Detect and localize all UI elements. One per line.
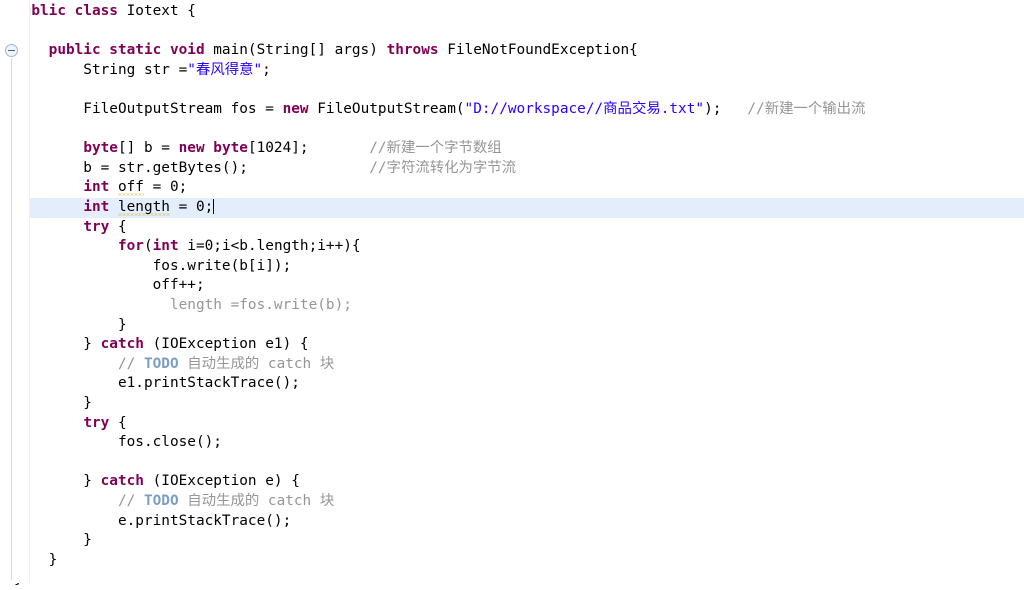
code-token: for <box>117 238 144 255</box>
code-token: { <box>109 414 127 431</box>
code-token: new <box>282 101 309 117</box>
code-token: off <box>117 179 144 196</box>
code-line[interactable]: public static void main(String[] args) t… <box>0 41 1024 61</box>
code-token: TODO <box>143 493 179 509</box>
code-token: b = str.getBytes(); <box>14 159 370 176</box>
code-token: (IOException e) { <box>143 473 300 490</box>
gutter-separator <box>29 0 30 583</box>
code-line[interactable]: FileOutputStream fos = new FileOutputStr… <box>0 100 1024 120</box>
code-token: i=0;i<b.length;i++){ <box>178 238 361 255</box>
code-line[interactable]: b = str.getBytes(); //字符流转化为字节流 <box>0 159 1024 179</box>
code-token: // <box>117 355 144 372</box>
code-line[interactable] <box>0 22 1024 42</box>
code-token: FileNotFoundException{ <box>438 42 638 59</box>
code-line[interactable]: e.printStackTrace(); <box>0 512 1024 532</box>
code-area[interactable]: public class Iotext { public static void… <box>0 0 1024 587</box>
code-token: } <box>14 316 127 333</box>
code-line[interactable]: int off = 0; <box>0 178 1024 198</box>
code-token: int <box>83 179 110 196</box>
code-line[interactable]: } catch (IOException e) { <box>0 472 1024 492</box>
code-line[interactable]: off++; <box>0 276 1024 296</box>
code-token: ; <box>262 61 271 78</box>
code-token: e.printStackTrace(); <box>14 512 292 529</box>
code-line[interactable] <box>0 80 1024 100</box>
code-line[interactable]: String str ="春风得意"; <box>0 61 1024 81</box>
code-line[interactable] <box>0 120 1024 140</box>
code-token: ( <box>143 238 153 255</box>
code-token: (IOException e1) { <box>143 336 309 353</box>
code-token: // <box>117 493 144 509</box>
code-line[interactable]: fos.close(); <box>0 433 1024 453</box>
code-token: //新建一个字节数组 <box>369 140 502 157</box>
code-token: catch <box>100 473 144 490</box>
code-token: TODO <box>143 355 179 372</box>
code-token: 自动生成的 catch 块 <box>178 355 335 372</box>
code-token: = 0; <box>143 179 188 196</box>
code-token: //字符流转化为字节流 <box>369 159 517 176</box>
code-token: { <box>109 218 127 235</box>
code-line[interactable]: } <box>0 531 1024 551</box>
code-token: length =fos.write(b); <box>31 297 352 313</box>
text-caret <box>213 199 215 214</box>
code-line[interactable]: // TODO 自动生成的 catch 块 <box>0 355 1024 375</box>
code-line[interactable]: public class Iotext { <box>0 2 1024 22</box>
code-token: ); <box>704 101 748 117</box>
code-token: fos.close(); <box>14 434 222 451</box>
code-line[interactable]: } catch (IOException e1) { <box>0 335 1024 355</box>
java-source-editor[interactable]: public class Iotext { public static void… <box>0 0 1024 587</box>
code-line[interactable]: e1.printStackTrace(); <box>0 374 1024 394</box>
code-line[interactable]: } <box>0 551 1024 571</box>
code-token: FileOutputStream fos = <box>14 101 283 117</box>
code-token: fos.write(b[i]); <box>14 257 292 274</box>
code-token: FileOutputStream( <box>308 101 465 117</box>
code-line[interactable]: // TODO 自动生成的 catch 块 <box>0 492 1024 512</box>
code-line[interactable]: fos.write(b[i]); <box>0 257 1024 277</box>
code-line[interactable]: // length =fos.write(b); <box>0 296 1024 316</box>
code-token: catch <box>100 336 144 353</box>
fold-guide-line <box>11 58 12 580</box>
code-token: try <box>83 218 110 235</box>
code-token: int <box>83 199 110 215</box>
code-token: e1.printStackTrace(); <box>14 375 300 392</box>
code-line[interactable] <box>0 453 1024 473</box>
code-token: byte <box>83 140 118 157</box>
code-token: length <box>117 199 170 215</box>
code-line[interactable]: } <box>0 316 1024 336</box>
folding-gutter[interactable] <box>0 0 30 583</box>
code-line[interactable]: for(int i=0;i<b.length;i++){ <box>0 237 1024 257</box>
code-token: Iotext { <box>117 3 196 19</box>
code-line[interactable]: int length = 0; <box>0 198 1024 218</box>
code-token: = 0; <box>169 199 214 215</box>
code-token: //新建一个输出流 <box>747 101 866 117</box>
code-token: throws <box>386 42 439 59</box>
code-token: [1024]; <box>247 140 370 157</box>
code-line[interactable]: try { <box>0 414 1024 434</box>
code-token: new byte <box>178 140 248 157</box>
code-token: 自动生成的 catch 块 <box>178 493 335 509</box>
code-line[interactable]: byte[] b = new byte[1024]; //新建一个字节数组 <box>0 139 1024 159</box>
code-token: [] b = <box>117 140 179 157</box>
code-token: off++; <box>14 277 205 294</box>
code-token: main(String[] args) <box>204 42 387 59</box>
code-token: String str = <box>14 61 188 78</box>
code-token: int <box>152 238 179 255</box>
code-token: "春风得意" <box>187 61 263 78</box>
code-token: "D://workspace//商品交易.txt" <box>464 101 705 117</box>
code-token: try <box>83 414 110 431</box>
code-line[interactable]: try { <box>0 218 1024 238</box>
collapse-fold-icon[interactable] <box>5 44 18 58</box>
code-token: public static void <box>48 42 205 59</box>
code-line[interactable]: } <box>0 570 1024 590</box>
code-line[interactable]: } <box>0 394 1024 414</box>
